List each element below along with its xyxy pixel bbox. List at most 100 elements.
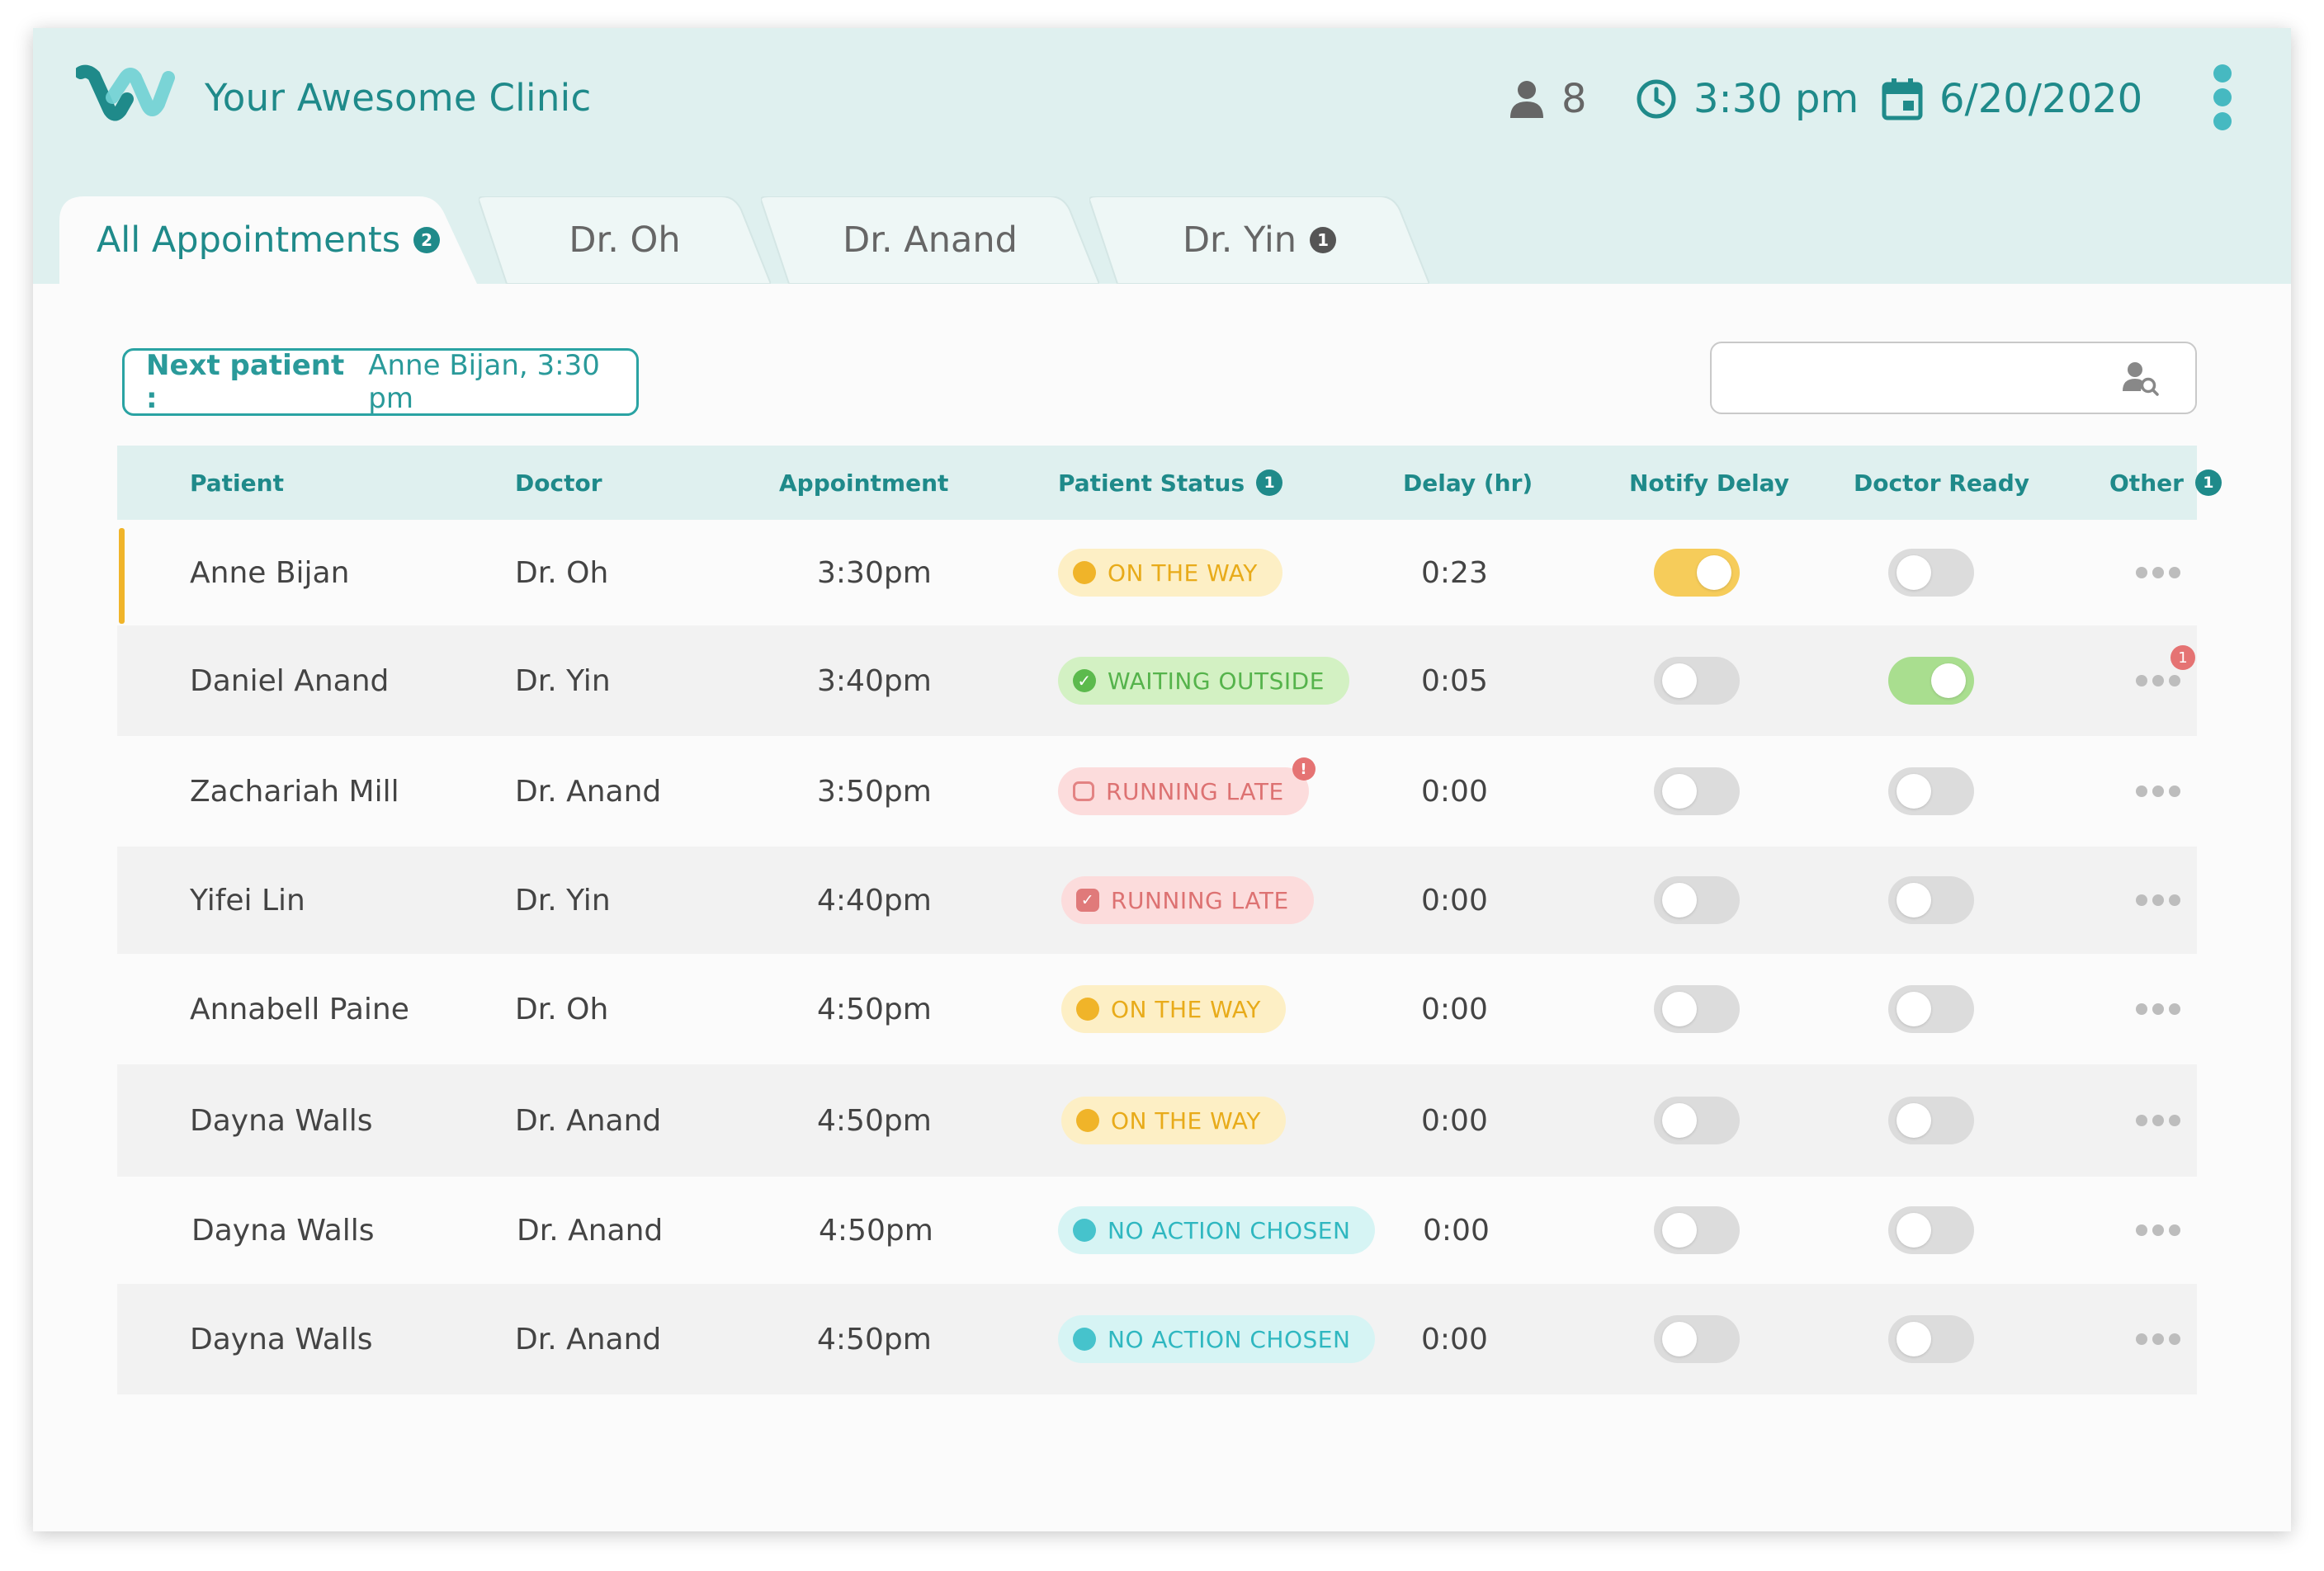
- search-box: [1710, 342, 2197, 414]
- tab-dr-yin-badge: 1: [1310, 227, 1337, 253]
- delay-value: 0:00: [1423, 1213, 1490, 1248]
- doctor-ready-toggle[interactable]: [1888, 767, 1974, 815]
- check-icon: ✓: [1073, 669, 1096, 692]
- tab-dr-oh[interactable]: Dr. Oh: [479, 196, 771, 284]
- notify-delay-toggle[interactable]: [1654, 1206, 1740, 1254]
- notify-delay-toggle[interactable]: [1654, 767, 1740, 815]
- doctor-name: Dr. Anand: [515, 1322, 662, 1356]
- status-pill[interactable]: ✓ WAITING OUTSIDE: [1058, 657, 1349, 705]
- doctor-ready-toggle[interactable]: [1888, 876, 1974, 924]
- doctor-ready-toggle[interactable]: [1888, 657, 1974, 705]
- notify-delay-toggle[interactable]: [1654, 1097, 1740, 1144]
- person-search-icon[interactable]: [2123, 361, 2159, 396]
- col-delay-header[interactable]: Delay (hr): [1403, 446, 1533, 520]
- delay-value: 0:00: [1421, 774, 1488, 809]
- col-patient-status-header[interactable]: Patient Status 1: [1058, 446, 1283, 520]
- next-patient-box: Next patient : Anne Bijan, 3:30 pm: [122, 348, 639, 416]
- table-row[interactable]: Dayna Walls Dr. Anand 4:50pm NO ACTION C…: [117, 1177, 2197, 1284]
- patient-name: Yifei Lin: [190, 883, 305, 918]
- patient-name: Daniel Anand: [190, 663, 390, 698]
- notify-delay-toggle[interactable]: [1654, 876, 1740, 924]
- table-row[interactable]: Dayna Walls Dr. Anand 4:50pm NO ACTION C…: [117, 1284, 2197, 1394]
- patient-name: Dayna Walls: [190, 1322, 373, 1356]
- more-menu-icon[interactable]: [2210, 64, 2235, 130]
- notify-delay-toggle[interactable]: [1654, 549, 1740, 597]
- patient-name: Dayna Walls: [191, 1213, 375, 1248]
- patient-count-value: 8: [1561, 76, 1587, 122]
- status-pill[interactable]: ON THE WAY: [1061, 1097, 1286, 1144]
- patient-name: Dayna Walls: [190, 1103, 373, 1138]
- doctor-name: Dr. Yin: [515, 883, 611, 918]
- clinic-logo: [76, 64, 175, 121]
- current-time: 3:30 pm: [1636, 74, 1859, 124]
- current-time-value: 3:30 pm: [1693, 76, 1859, 122]
- delay-value: 0:00: [1421, 992, 1488, 1026]
- status-pill[interactable]: ON THE WAY: [1061, 985, 1286, 1033]
- app-window: Your Awesome Clinic 8 3:30 pm 6/20/2020 …: [33, 28, 2291, 1531]
- doctor-ready-toggle[interactable]: [1888, 1206, 1974, 1254]
- table-row[interactable]: Anne Bijan Dr. Oh 3:30pm ON THE WAY 0:23: [117, 520, 2197, 625]
- tab-all-appointments[interactable]: All Appointments 2: [59, 196, 477, 284]
- doctor-tabs: All Appointments 2 Dr. Oh Dr. Anand Dr. …: [59, 196, 1462, 284]
- table-row[interactable]: Daniel Anand Dr. Yin 3:40pm ✓ WAITING OUT…: [117, 625, 2197, 736]
- appointment-time: 4:50pm: [819, 1213, 933, 1248]
- col-doctor-header[interactable]: Doctor: [515, 446, 602, 520]
- notify-delay-toggle[interactable]: [1654, 657, 1740, 705]
- doctor-name: Dr. Oh: [515, 992, 609, 1026]
- doctor-ready-toggle[interactable]: [1888, 985, 1974, 1033]
- doctor-name: Dr. Oh: [515, 555, 609, 590]
- app-header: Your Awesome Clinic 8 3:30 pm 6/20/2020 …: [33, 28, 2291, 284]
- table-row[interactable]: Yifei Lin Dr. Yin 4:40pm ✓ RUNNING LATE 0…: [117, 847, 2197, 954]
- row-more-icon[interactable]: [2133, 777, 2184, 805]
- clinic-name: Your Awesome Clinic: [205, 76, 592, 120]
- status-dot-icon: [1073, 1328, 1096, 1351]
- tab-dr-yin[interactable]: Dr. Yin 1: [1089, 196, 1429, 284]
- doctor-ready-toggle[interactable]: [1888, 549, 1974, 597]
- row-more-icon[interactable]: [2133, 1216, 2184, 1244]
- row-more-icon[interactable]: [2133, 886, 2184, 914]
- col-other-header[interactable]: Other 1: [2109, 446, 2222, 520]
- doctor-ready-toggle[interactable]: [1888, 1315, 1974, 1363]
- col-appointment-header[interactable]: Appointment: [779, 446, 948, 520]
- table-header: Patient Doctor Appointment Patient Statu…: [117, 446, 2222, 520]
- status-pill[interactable]: ✓ RUNNING LATE: [1061, 876, 1314, 924]
- current-date-value: 6/20/2020: [1939, 76, 2143, 122]
- doctor-ready-toggle[interactable]: [1888, 1097, 1974, 1144]
- status-pill[interactable]: NO ACTION CHOSEN: [1058, 1315, 1376, 1363]
- appointment-time: 4:50pm: [817, 1322, 932, 1356]
- table-row[interactable]: Annabell Paine Dr. Oh 4:50pm ON THE WAY …: [117, 954, 2197, 1064]
- col-notify-delay-header[interactable]: Notify Delay: [1629, 446, 1789, 520]
- next-patient-label: Next patient :: [146, 349, 345, 415]
- row-more-icon[interactable]: [2133, 1106, 2184, 1135]
- notify-delay-toggle[interactable]: [1654, 985, 1740, 1033]
- patient-count: 8: [1509, 74, 1587, 124]
- status-pill[interactable]: RUNNING LATE!: [1058, 757, 1316, 815]
- delay-value: 0:05: [1421, 663, 1488, 698]
- row-more-icon[interactable]: [2133, 559, 2184, 587]
- col-doctor-ready-header[interactable]: Doctor Ready: [1854, 446, 2029, 520]
- appointment-time: 4:50pm: [817, 1103, 932, 1138]
- row-more-icon[interactable]: 1: [2133, 645, 2195, 695]
- status-dot-icon: [1073, 561, 1096, 584]
- row-more-icon[interactable]: [2133, 995, 2184, 1023]
- delay-value: 0:00: [1421, 1103, 1488, 1138]
- tab-all-appointments-badge: 2: [413, 227, 441, 253]
- clock-icon: [1637, 79, 1676, 119]
- col-patient-header[interactable]: Patient: [190, 446, 284, 520]
- patient-name: Zachariah Mill: [190, 774, 399, 809]
- status-pill[interactable]: ON THE WAY: [1058, 549, 1282, 597]
- status-pill[interactable]: NO ACTION CHOSEN: [1058, 1206, 1376, 1254]
- doctor-name: Dr. Anand: [515, 1103, 662, 1138]
- notify-delay-toggle[interactable]: [1654, 1315, 1740, 1363]
- tab-dr-anand[interactable]: Dr. Anand: [761, 196, 1099, 284]
- appointment-time: 3:50pm: [817, 774, 932, 809]
- status-dot-icon: [1076, 998, 1099, 1021]
- row-more-icon[interactable]: [2133, 1325, 2184, 1353]
- appointment-time: 3:30pm: [817, 555, 932, 590]
- search-input[interactable]: [1712, 343, 2124, 413]
- patient-status-info-badge: 1: [1256, 469, 1283, 496]
- patient-name: Annabell Paine: [190, 992, 409, 1026]
- table-row[interactable]: Dayna Walls Dr. Anand 4:50pm ON THE WAY …: [117, 1064, 2197, 1177]
- table-row[interactable]: Zachariah Mill Dr. Anand 3:50pm RUNNING …: [117, 736, 2197, 847]
- doctor-name: Dr. Anand: [517, 1213, 664, 1248]
